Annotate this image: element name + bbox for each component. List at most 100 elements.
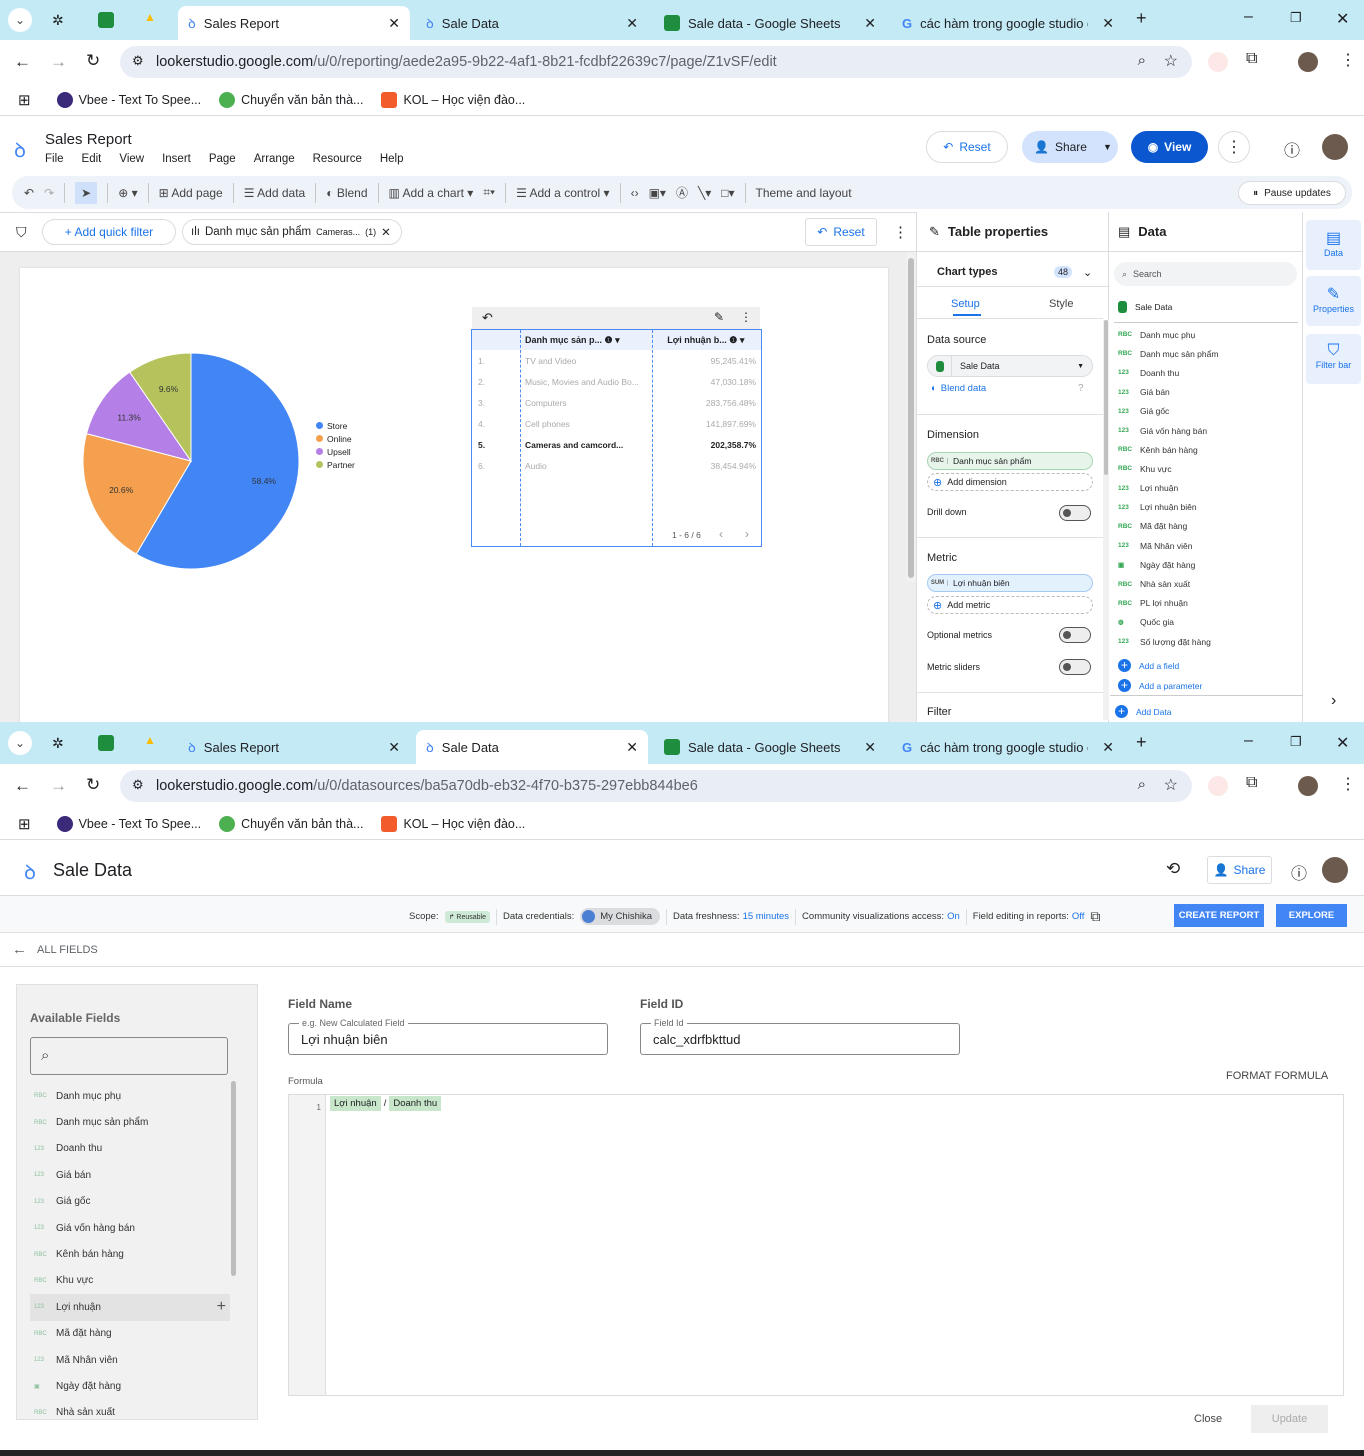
widget-more-icon[interactable]: ⋮ — [740, 310, 752, 324]
table-row[interactable]: 3. Computers 283,756.48% — [472, 392, 761, 413]
close-tab-icon[interactable]: ✕ — [864, 15, 876, 32]
data-field-item[interactable]: RBC Khu vực — [1110, 459, 1300, 478]
legend-item[interactable]: Upsell — [316, 446, 355, 459]
minimize-icon[interactable]: – — [1244, 8, 1253, 26]
close-window-icon[interactable]: ✕ — [1336, 9, 1349, 29]
apps-icon[interactable]: ⊞ — [18, 815, 31, 833]
tab-google-search[interactable]: Gcác hàm trong google studio ca ✕ — [892, 6, 1124, 40]
available-field-item[interactable]: 123 Giá bán — [30, 1162, 230, 1188]
rail-filter-bar-button[interactable]: ⛉ Filter bar — [1306, 334, 1361, 384]
available-field-item[interactable]: 123 Giá vốn hàng bán — [30, 1215, 230, 1241]
table-row[interactable]: 6. Audio 38,454.94% — [472, 455, 761, 476]
extensions-icon[interactable]: ⧉ — [1246, 50, 1257, 68]
image-icon[interactable]: ▣▾ — [649, 186, 666, 200]
dimension-chip[interactable]: RBC Danh mục sản phẩm — [927, 452, 1093, 470]
prev-page-icon[interactable]: ‹ — [719, 527, 723, 541]
menu-resource[interactable]: Resource — [313, 153, 362, 165]
data-field-item[interactable]: RBC PL lợi nhuận — [1110, 594, 1300, 613]
menu-help[interactable]: Help — [380, 153, 404, 165]
tab-sheets[interactable]: Sale data - Google Sheets ✕ — [654, 730, 886, 764]
tab-sale-data[interactable]: ꝺ Sale Data ✕ — [416, 730, 648, 764]
select-icon[interactable]: ➤ — [75, 181, 98, 204]
extension-1688-icon[interactable] — [1208, 776, 1228, 796]
pinned-tab-icon[interactable]: ✲ — [52, 12, 64, 29]
help-icon[interactable]: ⓘ — [1291, 860, 1307, 884]
browser-menu-icon[interactable]: ⋮ — [1340, 50, 1356, 70]
more-options-button[interactable]: ⋮ — [1218, 131, 1250, 163]
available-field-item[interactable]: RBC Danh mục phụ — [30, 1083, 230, 1109]
tab-sales-report[interactable]: ꝺ Sales Report ✕ — [178, 6, 410, 40]
credentials-chip[interactable]: My Chishika — [580, 908, 661, 925]
browser-menu-icon[interactable]: ⋮ — [1340, 774, 1356, 794]
embed-icon[interactable]: ‹› — [631, 186, 639, 200]
available-field-item[interactable]: RBC Kênh bán hàng — [30, 1241, 230, 1267]
undo-icon[interactable]: ↶ — [24, 186, 34, 200]
bookmark-vbee[interactable]: Vbee - Text To Spee... — [56, 815, 201, 832]
available-field-item[interactable]: 123 Lợi nhuận + — [30, 1294, 230, 1321]
pinned-sheets-icon[interactable] — [98, 12, 114, 28]
zoom-icon[interactable]: ⌕ — [1138, 776, 1146, 793]
optional-metrics-toggle[interactable] — [1059, 627, 1091, 643]
pie-chart[interactable]: 58.4% 20.6% 11.3% 9.6% — [20, 268, 420, 588]
add-quick-filter-button[interactable]: + Add quick filter — [42, 219, 176, 245]
url-input[interactable]: ⚙ lookerstudio.google.com/u/0/datasources… — [120, 770, 1192, 802]
available-field-item[interactable]: 123 Giá gốc — [30, 1189, 230, 1215]
update-button[interactable]: Update — [1251, 1405, 1328, 1433]
url-input[interactable]: ⚙ lookerstudio.google.com/u/0/reporting/a… — [120, 46, 1192, 78]
explore-button[interactable]: EXPLORE — [1276, 904, 1347, 927]
bookmark-convert[interactable]: Chuyển văn bản thà... — [219, 91, 363, 108]
legend-item[interactable]: Partner — [316, 459, 355, 472]
profile-avatar[interactable] — [1298, 52, 1318, 72]
report-title[interactable]: Sales Report — [45, 131, 132, 148]
scope-badge[interactable]: ↱ Reusable — [444, 910, 490, 923]
bookmark-star-icon[interactable]: ☆ — [1164, 51, 1178, 71]
close-tab-icon[interactable]: ✕ — [388, 739, 400, 756]
properties-scrollbar[interactable] — [1103, 320, 1109, 720]
pinned-drive-icon[interactable]: ▲ — [144, 10, 156, 24]
extensions-icon[interactable]: ⧉ — [1246, 774, 1257, 792]
chart-types-expand-icon[interactable]: ⌄ — [1083, 266, 1092, 279]
view-button[interactable]: ◉ View — [1131, 131, 1208, 163]
blend-data-link[interactable]: ◐ Blend data — [931, 383, 986, 394]
canvas-scrollbar[interactable] — [906, 252, 916, 582]
back-icon[interactable]: ← — [14, 776, 31, 796]
zoom-icon[interactable]: ⌕ — [1138, 52, 1146, 69]
zoom-menu-icon[interactable]: ⊕ ▾ — [118, 186, 137, 200]
available-field-item[interactable]: RBC Khu vực — [30, 1268, 230, 1294]
available-field-item[interactable]: RBC Danh mục sản phẩm — [30, 1109, 230, 1135]
add-parameter-button[interactable]: + Add a parameter — [1118, 679, 1202, 692]
blend-button[interactable]: ◐ Blend — [326, 186, 367, 200]
bookmark-vbee[interactable]: Vbee - Text To Spee... — [56, 91, 201, 108]
bookmark-kol[interactable]: KOL – Học viện đào... — [381, 91, 525, 108]
table-chart[interactable]: Danh mục sản p... ❶ ▾ Lợi nhuận b... ❶ ▾… — [471, 329, 762, 547]
metric-sliders-toggle[interactable] — [1059, 659, 1091, 675]
add-page-button[interactable]: ⊞ Add page — [159, 186, 223, 200]
data-field-item[interactable]: ▣ Ngày đặt hàng — [1110, 555, 1300, 574]
add-data-button[interactable]: + Add Data — [1115, 705, 1171, 718]
share-button[interactable]: 👤 Share ▼ — [1022, 131, 1118, 163]
close-window-icon[interactable]: ✕ — [1336, 733, 1349, 753]
create-report-button[interactable]: CREATE REPORT — [1174, 904, 1264, 927]
add-control-button[interactable]: ☰ Add a control ▾ — [516, 186, 610, 200]
table-row[interactable]: 2. Music, Movies and Audio Bo... 47,030.18… — [472, 371, 761, 392]
minimize-icon[interactable]: – — [1244, 732, 1253, 750]
tab-search-icon[interactable]: ⌄ — [8, 731, 32, 755]
theme-layout-button[interactable]: Theme and layout — [756, 186, 852, 200]
menu-edit[interactable]: Edit — [82, 153, 102, 165]
available-field-item[interactable]: ▣ Ngày đặt hàng — [30, 1373, 230, 1399]
data-freshness-link[interactable]: 15 minutes — [743, 911, 789, 922]
data-field-item[interactable]: RBC Kênh bán hàng — [1110, 440, 1300, 459]
tab-sale-data[interactable]: ꝺ Sale Data ✕ — [416, 6, 648, 40]
tab-style[interactable]: Style — [1049, 298, 1073, 310]
close-tab-icon[interactable]: ✕ — [1102, 739, 1114, 756]
pinned-sheets-icon[interactable] — [98, 735, 114, 751]
data-field-item[interactable]: 123 Số lượng đặt hàng — [1110, 632, 1300, 651]
table-row[interactable]: 4. Cell phones 141,897.69% — [472, 413, 761, 434]
copy-icon[interactable]: ⧉ — [1090, 908, 1100, 925]
sort-icon[interactable]: ▾ — [740, 335, 745, 345]
profile-avatar[interactable] — [1298, 776, 1318, 796]
community-viz-link[interactable]: On — [947, 911, 960, 922]
help-icon[interactable]: ? — [1078, 383, 1084, 394]
close-tab-icon[interactable]: ✕ — [1102, 15, 1114, 32]
filter-chip[interactable]: ılı Danh mục sản phẩm Cameras... (1) ✕ — [182, 219, 402, 245]
